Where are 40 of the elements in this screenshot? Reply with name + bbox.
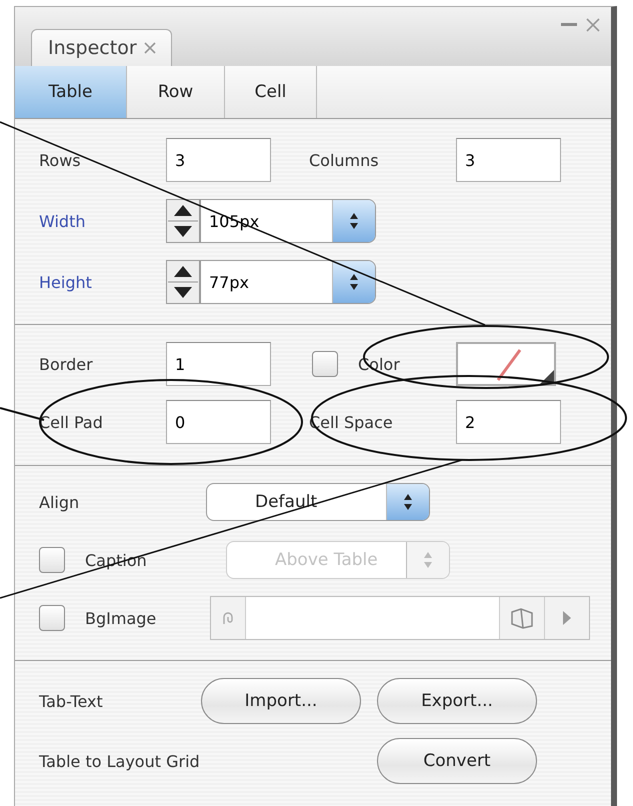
inspector-tab[interactable]: Inspector: [31, 29, 172, 66]
color-swatch[interactable]: [456, 342, 556, 386]
point-to-file-icon[interactable]: [221, 610, 235, 626]
image-path-field[interactable]: [210, 596, 590, 640]
checkbox[interactable]: [312, 351, 338, 377]
stepper-icon[interactable]: [166, 199, 200, 243]
field-label: Width: [39, 212, 86, 230]
input-field[interactable]: 3: [166, 138, 271, 182]
tab[interactable]: Table: [15, 66, 127, 118]
input-field[interactable]: 3: [456, 138, 561, 182]
minimize-icon[interactable]: [561, 23, 577, 27]
field-label: Height: [39, 272, 93, 292]
input-field[interactable]: 1: [166, 342, 271, 386]
tab-label: Inspector: [48, 37, 137, 59]
field-label: Table to Layout Grid: [39, 752, 201, 770]
popup-arrows-icon: [348, 272, 360, 292]
close-icon[interactable]: [142, 41, 157, 55]
checkbox[interactable]: [39, 605, 65, 631]
folder-icon[interactable]: [509, 607, 535, 629]
popup-arrows-icon: [402, 492, 414, 512]
input-field[interactable]: 0: [166, 400, 271, 444]
unit-field[interactable]: 77px: [200, 260, 376, 304]
play-arrow-icon[interactable]: [562, 610, 572, 626]
tab[interactable]: Row: [127, 66, 225, 118]
field-label: Tab-Text: [39, 692, 104, 710]
stepper-icon[interactable]: [166, 260, 200, 304]
action-button[interactable]: Import...: [201, 678, 361, 724]
close-icon[interactable]: [585, 17, 601, 33]
tab[interactable]: Cell: [225, 66, 317, 118]
field-label: Border: [39, 354, 94, 374]
field-label: Align: [39, 492, 80, 512]
align-dropdown[interactable]: Default: [206, 483, 430, 521]
input-field[interactable]: 2: [456, 400, 561, 444]
field-label: BgImage: [85, 608, 158, 628]
popup-arrows-icon: [348, 211, 360, 231]
action-button[interactable]: Export...: [377, 678, 537, 724]
field-label: Columns: [309, 150, 380, 170]
convert-button[interactable]: Convert: [377, 738, 537, 784]
field-label: Rows: [39, 150, 82, 170]
popup-arrows-icon: [422, 550, 434, 570]
